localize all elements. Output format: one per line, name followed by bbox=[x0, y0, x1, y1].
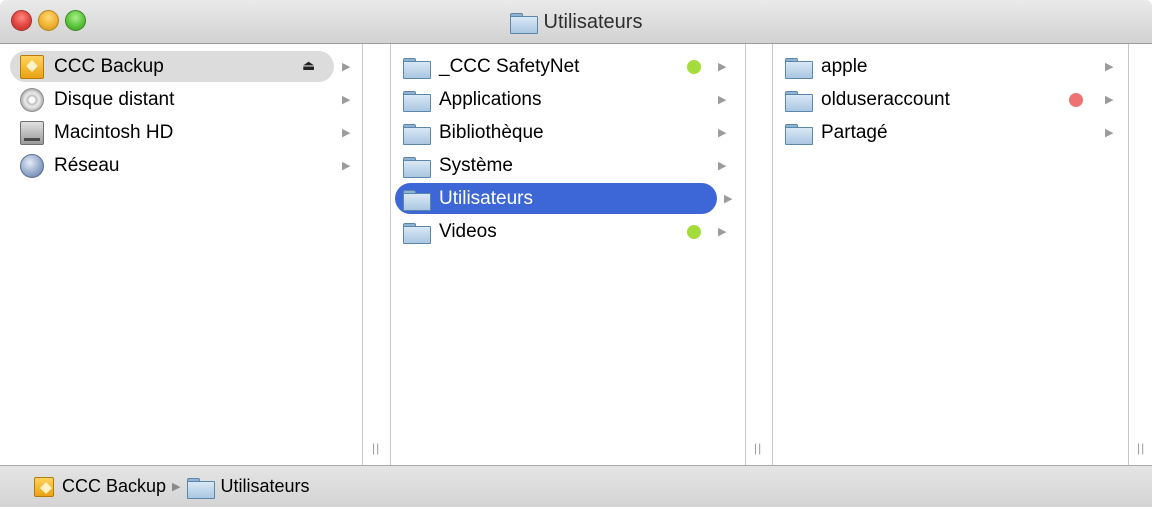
folder-column-utilisateurs[interactable]: apple ▶ olduseraccount ▶ Partagé ▶ bbox=[772, 44, 1129, 465]
folder-icon bbox=[403, 222, 431, 244]
network-globe-icon bbox=[20, 153, 44, 178]
disclosure-arrow-icon: ▶ bbox=[1105, 94, 1114, 106]
disclosure-arrow-icon: ▶ bbox=[718, 61, 727, 73]
list-item-apple[interactable]: apple ▶ bbox=[777, 51, 1117, 82]
folder-column-root[interactable]: _CCC SafetyNet ▶ Applications ▶ Biblioth… bbox=[390, 44, 746, 465]
disclosure-arrow-icon: ▶ bbox=[342, 127, 351, 139]
sidebar-item-reseau[interactable]: Réseau ▶ bbox=[10, 150, 350, 181]
sidebar-item-label: Réseau bbox=[54, 154, 120, 176]
backup-drive-icon bbox=[20, 54, 44, 79]
disclosure-arrow-icon: ▶ bbox=[342, 94, 351, 106]
list-item-label: olduseraccount bbox=[821, 88, 950, 110]
folder-icon bbox=[509, 12, 538, 34]
list-item-label: Applications bbox=[439, 88, 542, 110]
backup-drive-icon bbox=[34, 476, 54, 497]
hard-drive-icon bbox=[20, 120, 44, 145]
column-view: CCC Backup ⏏ ▶ Disque distant ▶ Macintos… bbox=[0, 44, 1152, 465]
path-bar: CCC Backup ▶ Utilisateurs bbox=[0, 465, 1152, 507]
column-divider[interactable]: || bbox=[363, 44, 390, 465]
eject-icon[interactable]: ⏏ bbox=[302, 57, 315, 74]
list-item-label: Bibliothèque bbox=[439, 121, 544, 143]
sidebar-item-label: Macintosh HD bbox=[54, 121, 174, 143]
sidebar-item-macintosh-hd[interactable]: Macintosh HD ▶ bbox=[10, 117, 350, 148]
list-item-label: Système bbox=[439, 154, 513, 176]
column-resize-handle[interactable]: || bbox=[372, 441, 380, 455]
path-segment-ccc-backup[interactable]: CCC Backup bbox=[34, 476, 166, 497]
disclosure-arrow-icon: ▶ bbox=[718, 127, 727, 139]
list-item-partage[interactable]: Partagé ▶ bbox=[777, 117, 1117, 148]
column-divider[interactable]: || bbox=[746, 44, 772, 465]
sidebar-item-label: CCC Backup bbox=[54, 55, 164, 77]
disclosure-arrow-icon: ▶ bbox=[718, 226, 727, 238]
list-item-systeme[interactable]: Système ▶ bbox=[395, 150, 727, 181]
disclosure-arrow-icon: ▶ bbox=[342, 160, 351, 172]
column-divider[interactable]: || bbox=[1129, 44, 1152, 465]
green-tag-icon bbox=[687, 224, 701, 239]
list-item-label: Partagé bbox=[821, 121, 888, 143]
path-segment-label: CCC Backup bbox=[62, 476, 167, 496]
window-title-text: Utilisateurs bbox=[543, 10, 643, 33]
path-segment-utilisateurs[interactable]: Utilisateurs bbox=[186, 476, 310, 499]
disclosure-arrow-icon: ▶ bbox=[724, 193, 733, 205]
remote-disc-icon bbox=[20, 87, 44, 112]
path-segment-label: Utilisateurs bbox=[220, 476, 310, 496]
disclosure-arrow-icon: ▶ bbox=[1105, 61, 1114, 73]
list-item-bibliotheque[interactable]: Bibliothèque ▶ bbox=[395, 117, 727, 148]
list-item-utilisateurs[interactable]: Utilisateurs bbox=[395, 183, 717, 214]
folder-icon bbox=[785, 90, 813, 112]
sidebar-item-label: Disque distant bbox=[54, 88, 175, 110]
list-item-videos[interactable]: Videos ▶ bbox=[395, 216, 727, 247]
folder-icon bbox=[785, 123, 813, 145]
folder-icon bbox=[186, 477, 215, 499]
sidebar-item-ccc-backup[interactable]: CCC Backup ⏏ bbox=[10, 51, 334, 82]
column-resize-handle[interactable]: || bbox=[754, 441, 762, 455]
folder-icon bbox=[785, 57, 813, 79]
list-item-label: Utilisateurs bbox=[439, 187, 533, 209]
list-item-olduseraccount[interactable]: olduseraccount ▶ bbox=[777, 84, 1117, 115]
list-item-label: Videos bbox=[439, 220, 497, 242]
folder-icon bbox=[403, 57, 431, 79]
finder-window: Utilisateurs CCC Backup ⏏ ▶ Disque dista… bbox=[0, 0, 1152, 507]
sidebar-item-disque-distant[interactable]: Disque distant ▶ bbox=[10, 84, 350, 115]
red-tag-icon bbox=[1069, 92, 1083, 107]
path-separator-icon: ▶ bbox=[172, 481, 181, 493]
disclosure-arrow-icon: ▶ bbox=[342, 61, 351, 73]
column-resize-handle[interactable]: || bbox=[1137, 441, 1145, 455]
folder-icon bbox=[403, 156, 431, 178]
list-item-label: _CCC SafetyNet bbox=[439, 55, 580, 77]
folder-icon bbox=[403, 123, 431, 145]
disclosure-arrow-icon: ▶ bbox=[718, 160, 727, 172]
title-bar[interactable]: Utilisateurs bbox=[0, 0, 1152, 44]
green-tag-icon bbox=[687, 59, 701, 74]
window-title: Utilisateurs bbox=[0, 0, 1152, 44]
list-item-applications[interactable]: Applications ▶ bbox=[395, 84, 727, 115]
sidebar-column[interactable]: CCC Backup ⏏ ▶ Disque distant ▶ Macintos… bbox=[0, 44, 363, 465]
list-item-label: apple bbox=[821, 55, 868, 77]
list-item-ccc-safetynet[interactable]: _CCC SafetyNet ▶ bbox=[395, 51, 727, 82]
folder-icon bbox=[403, 189, 431, 211]
disclosure-arrow-icon: ▶ bbox=[718, 94, 727, 106]
folder-icon bbox=[403, 90, 431, 112]
disclosure-arrow-icon: ▶ bbox=[1105, 127, 1114, 139]
